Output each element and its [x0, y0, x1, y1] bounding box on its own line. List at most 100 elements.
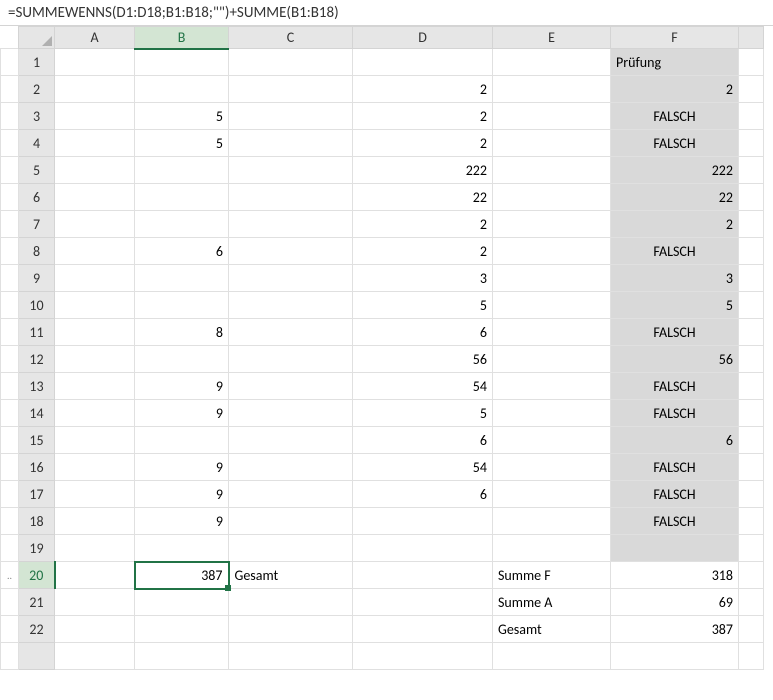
cell-f21[interactable]: 69 — [611, 589, 739, 616]
cell-a17[interactable] — [55, 481, 135, 508]
cell-a7[interactable] — [55, 211, 135, 238]
cell-e9[interactable] — [493, 265, 611, 292]
cell-f9[interactable]: 3 — [611, 265, 739, 292]
cell-d3[interactable]: 2 — [353, 103, 493, 130]
row-header-4[interactable]: 4 — [19, 130, 55, 157]
row-header-13[interactable]: 13 — [19, 373, 55, 400]
cell-e1[interactable] — [493, 49, 611, 76]
cell-e12[interactable] — [493, 346, 611, 373]
cell-d22[interactable] — [353, 616, 493, 643]
cell-b18[interactable]: 9 — [135, 508, 229, 535]
cell-a20[interactable] — [55, 562, 135, 589]
cell-extra-7[interactable] — [739, 211, 764, 238]
cell-e8[interactable] — [493, 238, 611, 265]
cell-e10[interactable] — [493, 292, 611, 319]
row-header-18[interactable]: 18 — [19, 508, 55, 535]
cell-c5[interactable] — [229, 157, 353, 184]
cell-f17[interactable]: FALSCH — [611, 481, 739, 508]
spreadsheet-grid[interactable]: ABCDEF1Prüfung222352FALSCH452FALSCH52222… — [0, 26, 773, 670]
cell-d6[interactable]: 22 — [353, 184, 493, 211]
row-header-3[interactable]: 3 — [19, 103, 55, 130]
cell-c16[interactable] — [229, 454, 353, 481]
row-header-2[interactable]: 2 — [19, 76, 55, 103]
cell-b1[interactable] — [135, 49, 229, 76]
cell-a23[interactable] — [55, 643, 135, 670]
cell-extra-13[interactable] — [739, 373, 764, 400]
cell-a18[interactable] — [55, 508, 135, 535]
cell-extra-16[interactable] — [739, 454, 764, 481]
cell-a12[interactable] — [55, 346, 135, 373]
cell-f4[interactable]: FALSCH — [611, 130, 739, 157]
row-header-8[interactable]: 8 — [19, 238, 55, 265]
cell-f16[interactable]: FALSCH — [611, 454, 739, 481]
cell-d9[interactable]: 3 — [353, 265, 493, 292]
cell-a22[interactable] — [55, 616, 135, 643]
cell-a9[interactable] — [55, 265, 135, 292]
cell-b5[interactable] — [135, 157, 229, 184]
cell-f22[interactable]: 387 — [611, 616, 739, 643]
cell-a19[interactable] — [55, 535, 135, 562]
column-header-extra[interactable] — [739, 27, 764, 49]
cell-extra-18[interactable] — [739, 508, 764, 535]
cell-d21[interactable] — [353, 589, 493, 616]
cell-d20[interactable] — [353, 562, 493, 589]
cell-f11[interactable]: FALSCH — [611, 319, 739, 346]
cell-f2[interactable]: 2 — [611, 76, 739, 103]
formula-bar[interactable]: =SUMMEWENNS(D1:D18;B1:B18;"")+SUMME(B1:B… — [0, 0, 773, 26]
cell-d8[interactable]: 2 — [353, 238, 493, 265]
cell-f10[interactable]: 5 — [611, 292, 739, 319]
cell-c7[interactable] — [229, 211, 353, 238]
cell-e6[interactable] — [493, 184, 611, 211]
cell-extra-23[interactable] — [739, 643, 764, 670]
cell-e2[interactable] — [493, 76, 611, 103]
cell-b7[interactable] — [135, 211, 229, 238]
cell-b2[interactable] — [135, 76, 229, 103]
row-header-21[interactable]: 21 — [19, 589, 55, 616]
cell-c23[interactable] — [229, 643, 353, 670]
cell-e17[interactable] — [493, 481, 611, 508]
cell-d10[interactable]: 5 — [353, 292, 493, 319]
cell-c17[interactable] — [229, 481, 353, 508]
cell-e3[interactable] — [493, 103, 611, 130]
row-header-17[interactable]: 17 — [19, 481, 55, 508]
column-header-b[interactable]: B — [135, 27, 229, 49]
cell-c18[interactable] — [229, 508, 353, 535]
cell-f13[interactable]: FALSCH — [611, 373, 739, 400]
cell-b23[interactable] — [135, 643, 229, 670]
cell-b17[interactable]: 9 — [135, 481, 229, 508]
cell-c14[interactable] — [229, 400, 353, 427]
cell-a15[interactable] — [55, 427, 135, 454]
cell-a13[interactable] — [55, 373, 135, 400]
cell-c1[interactable] — [229, 49, 353, 76]
row-header-19[interactable]: 19 — [19, 535, 55, 562]
cell-extra-4[interactable] — [739, 130, 764, 157]
row-header-14[interactable]: 14 — [19, 400, 55, 427]
cell-e11[interactable] — [493, 319, 611, 346]
cell-a21[interactable] — [55, 589, 135, 616]
cell-extra-3[interactable] — [739, 103, 764, 130]
cell-d18[interactable] — [353, 508, 493, 535]
cell-f14[interactable]: FALSCH — [611, 400, 739, 427]
row-header-15[interactable]: 15 — [19, 427, 55, 454]
cell-c3[interactable] — [229, 103, 353, 130]
cell-e15[interactable] — [493, 427, 611, 454]
cell-extra-8[interactable] — [739, 238, 764, 265]
cell-b14[interactable]: 9 — [135, 400, 229, 427]
cell-extra-12[interactable] — [739, 346, 764, 373]
row-header-23[interactable] — [19, 643, 55, 670]
column-header-d[interactable]: D — [353, 27, 493, 49]
cell-e14[interactable] — [493, 400, 611, 427]
cell-b21[interactable] — [135, 589, 229, 616]
cell-d13[interactable]: 54 — [353, 373, 493, 400]
cell-c10[interactable] — [229, 292, 353, 319]
cell-extra-22[interactable] — [739, 616, 764, 643]
cell-b10[interactable] — [135, 292, 229, 319]
cell-a6[interactable] — [55, 184, 135, 211]
row-header-9[interactable]: 9 — [19, 265, 55, 292]
cell-a5[interactable] — [55, 157, 135, 184]
cell-c9[interactable] — [229, 265, 353, 292]
cell-b3[interactable]: 5 — [135, 103, 229, 130]
cell-f1[interactable]: Prüfung — [611, 49, 739, 76]
cell-e22[interactable]: Gesamt — [493, 616, 611, 643]
cell-c21[interactable] — [229, 589, 353, 616]
